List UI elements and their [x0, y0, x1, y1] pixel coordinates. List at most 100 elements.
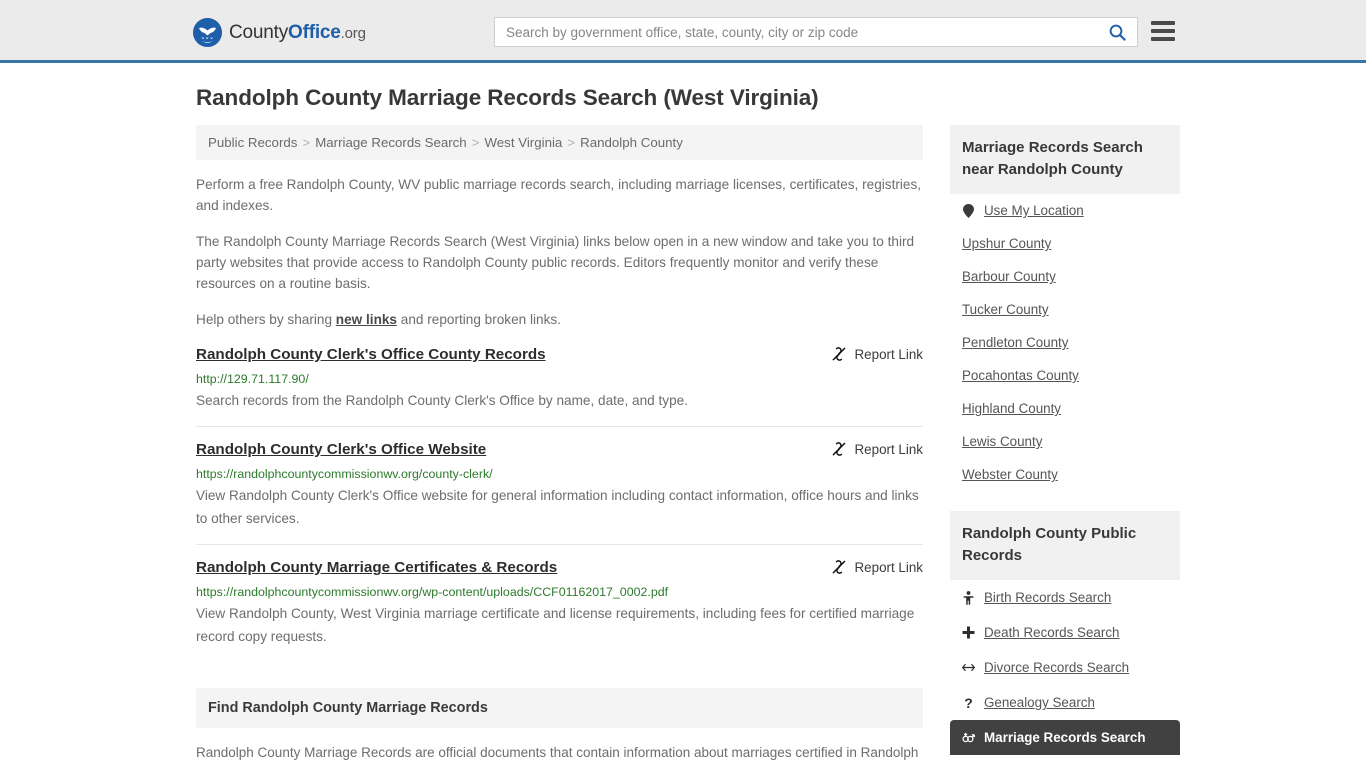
- breadcrumb-separator: >: [471, 135, 480, 150]
- result-url: https://randolphcountycommissionwv.org/w…: [196, 585, 669, 599]
- broken-link-icon: [832, 347, 845, 361]
- sidebar-item-county[interactable]: Barbour County: [950, 260, 1180, 293]
- breadcrumb-separator: >: [302, 135, 311, 150]
- intro-p3-before: Help others by sharing: [196, 312, 336, 327]
- result-description: Search records from the Randolph County …: [196, 393, 688, 408]
- logo-text-org: .org: [340, 24, 366, 42]
- hamburger-bar: [1151, 21, 1175, 25]
- sidebar-item-death-records[interactable]: Death Records Search: [950, 615, 1180, 650]
- intro-paragraph-3: Help others by sharing new links and rep…: [196, 309, 923, 330]
- report-link-label: Report Link: [854, 559, 923, 575]
- result-item: Randolph County Marriage Certificates & …: [196, 544, 923, 662]
- result-title-link[interactable]: Randolph County Clerk's Office Website: [196, 440, 486, 459]
- site-logo[interactable]: CountyOffice.org: [193, 18, 366, 47]
- breadcrumb-item-west-virginia[interactable]: West Virginia: [484, 135, 562, 150]
- sidebar-item-marriage-records[interactable]: Marriage Records Search: [950, 720, 1180, 755]
- search-button[interactable]: [1097, 18, 1137, 46]
- gender-symbols-icon: [962, 730, 975, 745]
- sidebar-item-genealogy[interactable]: ? Genealogy Search: [950, 685, 1180, 720]
- sidebar-nearby-heading: Marriage Records Search near Randolph Co…: [950, 125, 1180, 194]
- genealogy-search-link[interactable]: Genealogy Search: [984, 695, 1095, 710]
- sidebar-item-divorce-records[interactable]: Divorce Records Search: [950, 650, 1180, 685]
- result-url: https://randolphcountycommissionwv.org/c…: [196, 467, 493, 481]
- question-mark-icon: ?: [962, 695, 975, 710]
- result-title-link[interactable]: Randolph County Marriage Certificates & …: [196, 558, 557, 577]
- sidebar-item-county[interactable]: Lewis County: [950, 425, 1180, 458]
- sidebar-item-county[interactable]: Upshur County: [950, 227, 1180, 260]
- county-link-highland[interactable]: Highland County: [962, 401, 1061, 416]
- hamburger-bar: [1151, 37, 1175, 41]
- logo-text-office: Office: [288, 21, 341, 43]
- death-records-link[interactable]: Death Records Search: [984, 625, 1119, 640]
- eagle-shield-logo-icon: [193, 18, 222, 47]
- svg-text:?: ?: [964, 696, 973, 710]
- broken-link-icon: [832, 560, 845, 574]
- logo-text: CountyOffice.org: [229, 22, 366, 44]
- cross-icon: [962, 625, 975, 640]
- main-content: Public Records > Marriage Records Search > W…: [196, 125, 923, 768]
- report-link-label: Report Link: [854, 441, 923, 457]
- result-item: Randolph County Clerk's Office Website R…: [196, 426, 923, 544]
- report-link-button[interactable]: Report Link: [831, 441, 923, 457]
- results-list: Randolph County Clerk's Office County Re…: [196, 345, 923, 662]
- report-link-button[interactable]: Report Link: [831, 346, 923, 362]
- birth-records-link[interactable]: Birth Records Search: [984, 590, 1111, 605]
- intro-paragraph-1: Perform a free Randolph County, WV publi…: [196, 177, 922, 213]
- sidebar-item-birth-records[interactable]: Birth Records Search: [950, 580, 1180, 615]
- marriage-records-link[interactable]: Marriage Records Search: [984, 730, 1146, 745]
- hamburger-menu-icon[interactable]: [1151, 21, 1175, 41]
- sidebar-nearby-list: Use My Location Upshur County Barbour Co…: [950, 194, 1180, 491]
- use-my-location-link[interactable]: Use My Location: [984, 203, 1084, 218]
- new-links-link[interactable]: new links: [336, 312, 397, 327]
- logo-text-county: County: [229, 21, 289, 43]
- sidebar: Marriage Records Search near Randolph Co…: [950, 125, 1180, 768]
- result-header: Randolph County Clerk's Office County Re…: [196, 345, 923, 364]
- find-records-heading: Find Randolph County Marriage Records: [196, 688, 923, 728]
- map-pin-icon: [962, 203, 975, 218]
- county-link-pendleton[interactable]: Pendleton County: [962, 335, 1068, 350]
- result-header: Randolph County Marriage Certificates & …: [196, 558, 923, 577]
- report-link-label: Report Link: [854, 346, 923, 362]
- breadcrumb-separator: >: [567, 135, 576, 150]
- result-header: Randolph County Clerk's Office Website R…: [196, 440, 923, 459]
- result-title-link[interactable]: Randolph County Clerk's Office County Re…: [196, 345, 546, 364]
- hamburger-bar: [1151, 29, 1175, 33]
- county-link-lewis[interactable]: Lewis County: [962, 434, 1042, 449]
- result-description: View Randolph County, West Virginia marr…: [196, 606, 915, 644]
- county-link-pocahontas[interactable]: Pocahontas County: [962, 368, 1079, 383]
- sidebar-item-county[interactable]: Highland County: [950, 392, 1180, 425]
- search-input[interactable]: [495, 18, 1097, 46]
- find-records-paragraph: Randolph County Marriage Records are off…: [196, 745, 919, 760]
- page-title: Randolph County Marriage Records Search …: [196, 85, 819, 110]
- sidebar-item-county[interactable]: Tucker County: [950, 293, 1180, 326]
- sidebar-item-county[interactable]: Pocahontas County: [950, 359, 1180, 392]
- page-body: Randolph County Marriage Records Search …: [0, 63, 1366, 768]
- divorce-records-link[interactable]: Divorce Records Search: [984, 660, 1129, 675]
- intro-text: Perform a free Randolph County, WV publi…: [196, 174, 923, 330]
- breadcrumb-item-marriage-records-search[interactable]: Marriage Records Search: [315, 135, 467, 150]
- search-icon: [1109, 24, 1126, 41]
- county-link-upshur[interactable]: Upshur County: [962, 236, 1051, 251]
- county-link-tucker[interactable]: Tucker County: [962, 302, 1049, 317]
- intro-p3-after: and reporting broken links.: [397, 312, 561, 327]
- sidebar-public-records-heading: Randolph County Public Records: [950, 511, 1180, 580]
- search-bar[interactable]: [494, 17, 1138, 47]
- report-link-button[interactable]: Report Link: [831, 559, 923, 575]
- breadcrumb-item-randolph-county[interactable]: Randolph County: [580, 135, 683, 150]
- breadcrumb-item-public-records[interactable]: Public Records: [208, 135, 297, 150]
- find-records-section: Find Randolph County Marriage Records Ra…: [196, 688, 923, 768]
- result-item: Randolph County Clerk's Office County Re…: [196, 345, 923, 426]
- left-right-arrow-icon: [962, 660, 975, 675]
- intro-paragraph-2: The Randolph County Marriage Records Sea…: [196, 234, 915, 291]
- sidebar-item-county[interactable]: Pendleton County: [950, 326, 1180, 359]
- county-link-webster[interactable]: Webster County: [962, 467, 1058, 482]
- baby-icon: [962, 590, 975, 605]
- county-link-barbour[interactable]: Barbour County: [962, 269, 1056, 284]
- result-description: View Randolph County Clerk's Office webs…: [196, 488, 919, 526]
- sidebar-item-county[interactable]: Webster County: [950, 458, 1180, 491]
- broken-link-icon: [832, 442, 845, 456]
- sidebar-item-use-my-location[interactable]: Use My Location: [950, 194, 1180, 227]
- sidebar-public-records-list: Birth Records Search Death Records Searc…: [950, 580, 1180, 755]
- sidebar-panel-nearby: Marriage Records Search near Randolph Co…: [950, 125, 1180, 491]
- site-header: CountyOffice.org: [0, 0, 1366, 63]
